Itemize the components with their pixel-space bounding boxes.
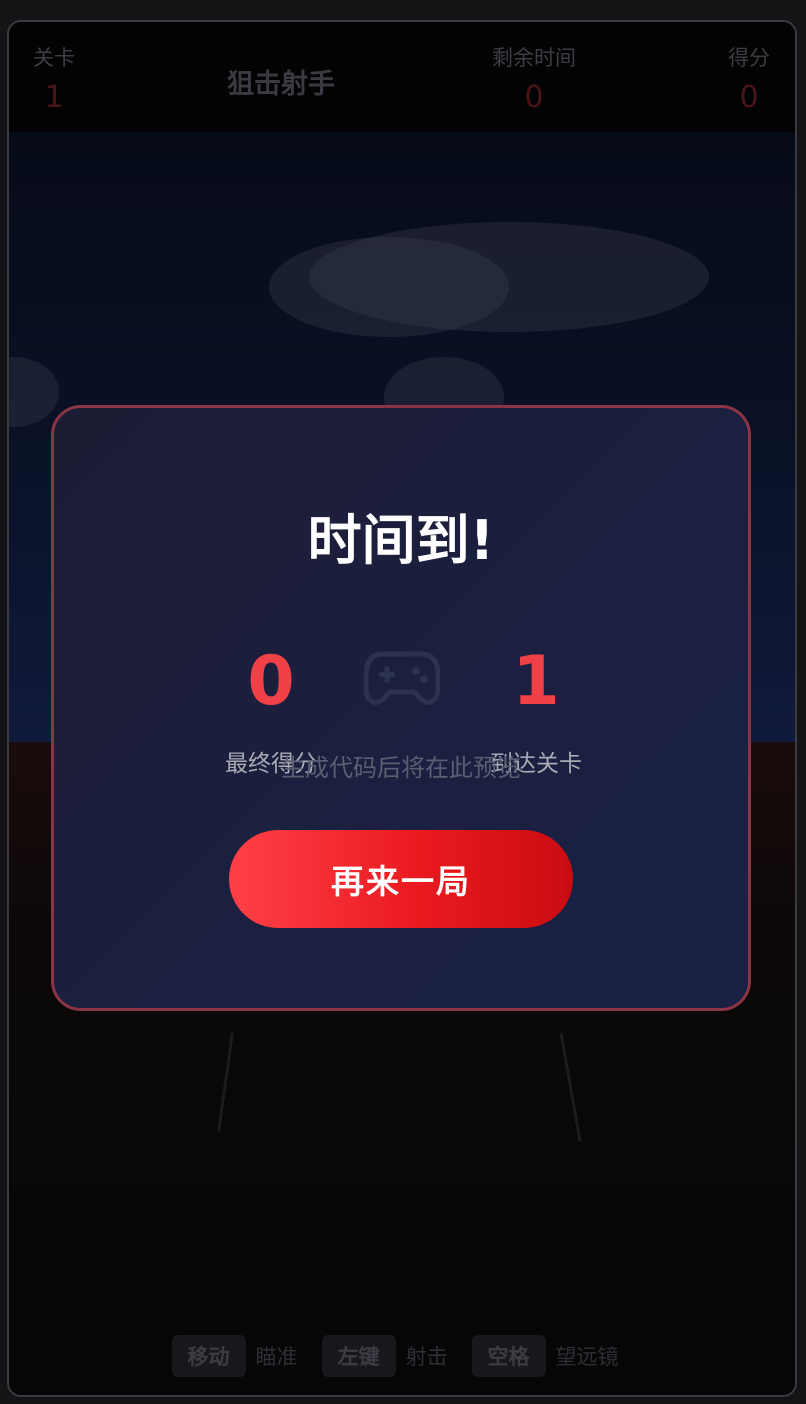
action-scope: 望远镜	[555, 1345, 619, 1369]
time-label: 剩余时间	[492, 46, 576, 70]
level-value: 1	[44, 80, 64, 115]
controls-hint: 移动 瞄准 左键 射击 空格 望远镜	[9, 1335, 795, 1377]
level-reached-value: 1	[512, 642, 560, 721]
game-over-title: 时间到!	[307, 509, 495, 572]
hud-time: 剩余时间 0	[479, 42, 589, 115]
key-left-click: 左键	[321, 1335, 396, 1377]
score-label: 得分	[728, 46, 770, 70]
gamepad-icon	[364, 651, 440, 705]
final-score-value: 0	[247, 642, 295, 721]
preview-hint: 生成代码后将在此预览	[281, 754, 521, 782]
play-again-button[interactable]: 再来一局	[229, 830, 573, 928]
key-space: 空格	[471, 1335, 546, 1377]
level-label: 关卡	[33, 46, 75, 70]
key-move: 移动	[171, 1335, 246, 1377]
game-title: 狙击射手	[227, 69, 335, 100]
cloud	[309, 222, 709, 332]
game-over-dialog: 时间到! 0 最终得分 1 到达关卡 生成代码后将在此预览 再来一局	[51, 405, 751, 1011]
hud-bar: 关卡 1 狙击射手 剩余时间 0 得分 0	[9, 22, 795, 132]
hud-score: 得分 0	[719, 42, 779, 115]
score-value: 0	[739, 80, 759, 115]
hud-level: 关卡 1	[29, 42, 79, 115]
action-aim: 瞄准	[255, 1345, 298, 1369]
time-value: 0	[524, 80, 544, 115]
action-shoot: 射击	[405, 1345, 448, 1369]
